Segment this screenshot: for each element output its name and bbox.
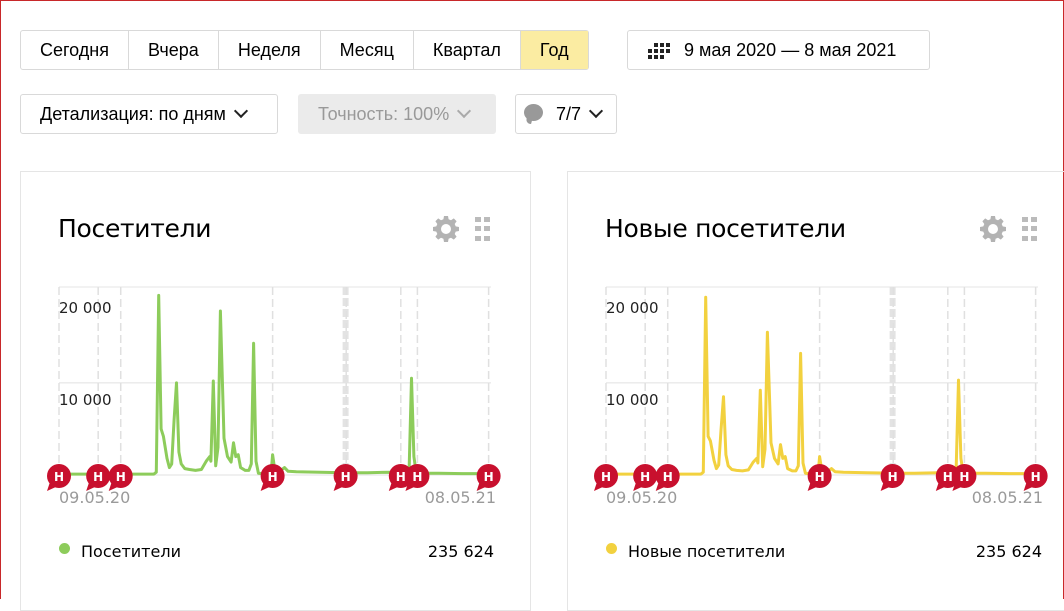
widget-visitors: Посетители 10 000 20 000 09.05.20 08.05.21 Н… (20, 171, 531, 611)
x-tick-label: 08.05.21 (425, 488, 496, 507)
note-marker[interactable]: Н (633, 464, 658, 491)
note-marker[interactable]: Н (655, 464, 680, 491)
note-marker-label: Н (412, 470, 422, 484)
metric-total: 235 624 (975, 542, 1042, 561)
period-selector: Сегодня Вчера Неделя Месяц Квартал Год (20, 30, 589, 70)
legend-dot (59, 543, 70, 554)
period-month-button[interactable]: Месяц (321, 31, 414, 69)
note-marker[interactable]: Н (405, 464, 430, 491)
note-marker-label: Н (93, 470, 103, 484)
widget-title: Посетители (58, 214, 212, 243)
accuracy-dropdown[interactable]: Точность: 100% (298, 94, 496, 134)
y-tick-label: 10 000 (59, 391, 112, 409)
y-tick-label: 10 000 (606, 391, 659, 409)
note-marker-label: Н (54, 470, 64, 484)
note-marker-label: Н (484, 470, 494, 484)
detail-label: Детализация: по дням (40, 103, 226, 124)
note-marker[interactable]: Н (260, 464, 285, 491)
series-line (59, 293, 491, 476)
metric-total: 235 624 (427, 542, 494, 561)
note-marker[interactable]: Н (807, 464, 832, 491)
gear-icon[interactable] (432, 215, 460, 243)
legend-label: Посетители (81, 542, 181, 561)
note-marker-label: Н (640, 470, 650, 484)
chart-legend: Новые посетители (606, 542, 785, 561)
x-tick-label: 09.05.20 (606, 488, 677, 507)
note-marker[interactable]: Н (333, 464, 358, 491)
visitors-chart: 10 00020 00009.05.20 08.05.21Н Н Н Н Н Н Н Н (47, 286, 501, 507)
period-quarter-button[interactable]: Квартал (414, 31, 521, 69)
calendar-icon (648, 42, 670, 59)
note-marker[interactable]: Н (47, 464, 71, 491)
series-line (606, 295, 1038, 476)
new-visitors-chart: 10 00020 00009.05.20 08.05.21Н Н Н Н Н Н Н Н (594, 286, 1048, 507)
accuracy-label: Точность: 100% (318, 103, 450, 124)
note-marker[interactable]: Н (594, 464, 618, 491)
x-tick-label: 09.05.20 (59, 488, 130, 507)
note-marker-label: Н (943, 470, 953, 484)
y-tick-label: 20 000 (606, 299, 659, 317)
period-yesterday-button[interactable]: Вчера (129, 31, 219, 69)
x-tick-label: 08.05.21 (972, 488, 1043, 507)
note-marker[interactable]: Н (476, 464, 501, 491)
y-tick-label: 20 000 (59, 299, 112, 317)
period-week-button[interactable]: Неделя (219, 31, 321, 69)
widget-title: Новые посетители (605, 214, 846, 243)
drag-handle-icon[interactable] (1022, 217, 1037, 242)
period-today-button[interactable]: Сегодня (21, 31, 129, 69)
notes-count: 7/7 (556, 103, 582, 124)
note-marker[interactable]: Н (880, 464, 905, 491)
period-year-button[interactable]: Год (520, 31, 588, 69)
note-marker[interactable]: Н (86, 464, 111, 491)
chevron-down-icon (233, 103, 248, 119)
note-marker-label: Н (268, 470, 278, 484)
comment-bubble-icon (524, 104, 544, 124)
note-marker-label: Н (815, 470, 825, 484)
widget-new-visitors: Новые посетители 10 000 20 000 09.05.20 08.… (567, 171, 1064, 611)
note-marker-label: Н (396, 470, 406, 484)
note-marker-label: Н (341, 470, 351, 484)
note-marker-label: Н (1031, 470, 1041, 484)
legend-dot (606, 543, 617, 554)
note-marker[interactable]: Н (952, 464, 977, 491)
date-range-label: 9 мая 2020 — 8 мая 2021 (684, 39, 897, 60)
note-marker-label: Н (959, 470, 969, 484)
detail-dropdown[interactable]: Детализация: по дням (20, 94, 278, 134)
notes-dropdown[interactable]: 7/7 (515, 94, 617, 134)
note-marker-label: Н (116, 470, 126, 484)
note-marker-label: Н (663, 470, 673, 484)
chevron-down-icon (588, 103, 604, 119)
chevron-down-icon (457, 103, 472, 119)
note-marker[interactable]: Н (108, 464, 133, 491)
date-range-picker[interactable]: 9 мая 2020 — 8 мая 2021 (627, 30, 930, 70)
note-marker-label: Н (888, 470, 898, 484)
note-marker[interactable]: Н (1023, 464, 1048, 491)
drag-handle-icon[interactable] (475, 217, 490, 242)
gear-icon[interactable] (979, 215, 1007, 243)
legend-label: Новые посетители (628, 542, 786, 561)
chart-legend: Посетители (59, 542, 181, 561)
note-marker-label: Н (601, 470, 611, 484)
